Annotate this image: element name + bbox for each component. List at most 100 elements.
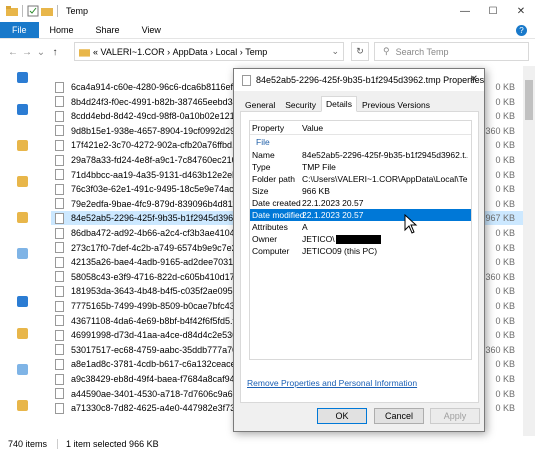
search-icon: ⚲	[383, 46, 390, 56]
file-icon	[55, 125, 64, 137]
redaction-block	[335, 235, 381, 245]
maximize-icon[interactable]: ☐	[479, 0, 507, 22]
table-header: Property Value	[250, 121, 471, 135]
property-value-text: C:\Users\VALERI~1.COR\AppData\Local\Te..…	[302, 174, 468, 184]
property-value: 84e52ab5-2296-425f-9b35-b1f2945d3962.t..…	[302, 150, 468, 160]
scrollbar-thumb[interactable]	[525, 80, 533, 120]
property-value: 966 KB	[302, 186, 468, 196]
property-row[interactable]: Name 84e52ab5-2296-425f-9b35-b1f2945d3962…	[250, 149, 471, 161]
title-bar: Temp — ☐ ✕	[0, 0, 535, 22]
close-icon[interactable]: ✕	[507, 0, 535, 22]
file-icon	[55, 373, 64, 385]
back-icon[interactable]: ←	[6, 47, 20, 58]
quick-access-icon[interactable]	[17, 72, 28, 83]
property-row[interactable]: Date created 22.1.2023 20.57	[250, 197, 471, 209]
file-name: 7775165b-7499-499b-8509-b0cae7bfc43f.tmp	[71, 301, 251, 311]
property-key: Type	[252, 162, 271, 172]
properties-icon[interactable]	[27, 5, 39, 17]
breadcrumb-local[interactable]: Local	[216, 47, 238, 57]
file-icon	[55, 329, 64, 341]
file-icon	[55, 344, 64, 356]
address-bar[interactable]: « VALERI~1.COR › AppData › Local › Temp …	[74, 42, 344, 61]
property-row[interactable]: Owner JETICO\	[250, 233, 471, 245]
property-value-text: 22.1.2023 20.57	[302, 210, 364, 220]
file-name: a9c38429-eb8d-49f4-baea-f7684a8caf94.tmp	[71, 374, 251, 384]
column-header-value[interactable]: Value	[302, 123, 323, 133]
properties-dialog: 84e52ab5-2296-425f-9b35-b1f2945d3962.tmp…	[233, 68, 485, 432]
item-count: 740 items	[8, 439, 48, 449]
property-value-text: 22.1.2023 20.57	[302, 198, 364, 208]
help-icon[interactable]: ?	[516, 25, 527, 36]
folder-icon[interactable]	[17, 400, 28, 411]
network-icon[interactable]	[17, 364, 28, 375]
property-row[interactable]: Type TMP File	[250, 161, 471, 173]
file-name: 8cdd4ebd-8d42-49cd-98f8-0a10b02e1212.tmp	[71, 111, 251, 122]
file-icon	[55, 154, 64, 166]
tab-view[interactable]: View	[131, 22, 172, 38]
properties-table[interactable]: Property Value File Name 84e52ab5-2296-42…	[249, 120, 472, 360]
tab-home[interactable]: Home	[39, 22, 85, 38]
property-value-text: 84e52ab5-2296-425f-9b35-b1f2945d3962.t..…	[302, 150, 468, 160]
file-icon	[55, 227, 64, 239]
minimize-icon[interactable]: —	[451, 0, 479, 22]
this-pc-icon[interactable]	[17, 248, 28, 259]
apply-button[interactable]: Apply	[430, 408, 480, 424]
file-name: 43671108-4da6-4e69-b8bf-b4f42f6f5fd5.tmp	[71, 315, 248, 326]
file-size: 0 KB	[495, 286, 515, 297]
property-key: Computer	[252, 246, 290, 256]
new-folder-icon[interactable]	[41, 5, 53, 17]
property-key: Name	[252, 150, 275, 160]
tab-share[interactable]: Share	[85, 22, 131, 38]
folder-icon[interactable]	[17, 328, 28, 339]
vertical-scrollbar[interactable]	[523, 66, 535, 436]
file-size: 0 KB	[495, 155, 515, 165]
refresh-icon[interactable]: ↻	[351, 42, 369, 61]
file-name: 71d4bbcc-aa19-4a35-9131-d463b12e2eb2.tmp	[71, 169, 251, 180]
file-name: a44590ae-3401-4530-a718-7d7606c9a69e.tmp	[71, 388, 251, 399]
file-icon	[55, 358, 64, 370]
window-controls: — ☐ ✕	[451, 0, 535, 22]
file-name: 17f421e2-3c70-4272-902a-cfb20a76ffbd.tmp	[71, 140, 250, 151]
tab-file[interactable]: File	[0, 22, 39, 38]
recent-dropdown-icon[interactable]: ⌄	[34, 47, 48, 58]
property-value: C:\Users\VALERI~1.COR\AppData\Local\Te..…	[302, 174, 468, 184]
onedrive-icon[interactable]	[17, 104, 28, 115]
breadcrumb-valeri[interactable]: VALERI~1.COR	[101, 47, 165, 57]
breadcrumb-temp[interactable]: Temp	[245, 47, 267, 57]
onedrive-icon[interactable]	[17, 296, 28, 307]
file-size: 967 KB	[485, 213, 515, 224]
property-row[interactable]: Date modified 22.1.2023 20.57	[250, 209, 471, 221]
file-icon	[55, 285, 64, 297]
window-title: Temp	[66, 6, 89, 16]
forward-icon[interactable]: →	[20, 47, 34, 58]
property-value: TMP File	[302, 162, 468, 172]
property-row[interactable]: Folder path C:\Users\VALERI~1.COR\AppData…	[250, 173, 471, 185]
column-header-property[interactable]: Property	[252, 123, 284, 133]
file-size: 0 KB	[495, 301, 515, 311]
breadcrumb-overflow[interactable]: «	[93, 47, 98, 57]
file-size: 0 KB	[495, 184, 515, 195]
chevron-down-icon[interactable]: ⌄	[331, 46, 339, 57]
close-icon[interactable]: ✕	[470, 74, 478, 85]
file-name: a71330c8-7d82-4625-a4e0-447982e3f731.tmp	[71, 403, 251, 414]
search-input[interactable]: ⚲ Search Temp	[374, 42, 529, 61]
breadcrumb-appdata[interactable]: AppData	[173, 47, 208, 57]
file-size: 0 KB	[495, 140, 515, 151]
file-icon	[55, 81, 64, 93]
cancel-button[interactable]: Cancel	[374, 408, 424, 424]
folder-icon[interactable]	[17, 212, 28, 223]
property-row[interactable]: Computer JETICO09 (this PC)	[250, 245, 471, 257]
folder-icon[interactable]	[17, 176, 28, 187]
folder-icon[interactable]	[17, 140, 28, 151]
property-row[interactable]: Attributes A	[250, 221, 471, 233]
file-name: 29a78a33-fd24-4e8f-a9c1-7c84760ec210.tmp	[71, 155, 251, 165]
ok-button[interactable]: OK	[317, 408, 367, 424]
file-icon	[55, 256, 64, 268]
tab-details[interactable]: Details	[320, 96, 357, 112]
property-row[interactable]: Size 966 KB	[250, 185, 471, 197]
file-name: 273c17f0-7def-4c2b-a749-6574b9e9c7e2.tmp	[71, 242, 251, 253]
dialog-title: 84e52ab5-2296-425f-9b35-b1f2945d3962.tmp…	[256, 75, 485, 85]
file-name: 46991998-d73d-41aa-a4ce-d84d4c2e5363.tmp	[71, 330, 251, 341]
up-icon[interactable]: ↑	[48, 47, 62, 58]
remove-properties-link[interactable]: Remove Properties and Personal Informati…	[247, 378, 417, 388]
